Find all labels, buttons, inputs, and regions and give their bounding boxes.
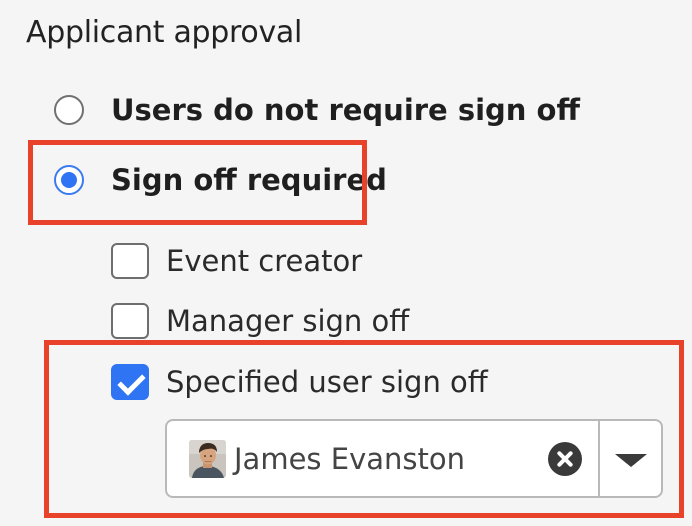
radio-option-sign-off-required[interactable]: Sign off required: [54, 160, 387, 200]
chevron-down-icon: [614, 453, 647, 467]
selected-user-name: James Evanston: [234, 441, 465, 476]
radio-label-sign-off-required[interactable]: Sign off required: [111, 160, 387, 200]
radio-label-no-sign-off[interactable]: Users do not require sign off: [111, 90, 580, 130]
checkbox-option-manager-sign-off[interactable]: Manager sign off: [111, 301, 409, 341]
radio-button-sign-off-required[interactable]: [54, 165, 84, 195]
checkbox-option-specified-user[interactable]: Specified user sign off: [111, 362, 488, 402]
close-circle-icon[interactable]: [548, 441, 582, 476]
user-select-field[interactable]: James Evanston: [165, 419, 663, 498]
avatar: [189, 439, 226, 478]
checkbox-manager-sign-off[interactable]: [111, 303, 149, 339]
checkbox-label-manager-sign-off[interactable]: Manager sign off: [166, 301, 409, 341]
dropdown-toggle-button[interactable]: [600, 421, 661, 496]
radio-button-no-sign-off[interactable]: [54, 95, 84, 125]
section-title: Applicant approval: [26, 15, 303, 50]
radio-option-no-sign-off[interactable]: Users do not require sign off: [54, 90, 580, 130]
checkbox-label-event-creator[interactable]: Event creator: [166, 241, 362, 281]
checkbox-specified-user[interactable]: [111, 364, 149, 400]
checkbox-event-creator[interactable]: [111, 243, 149, 279]
user-avatar-icon: [189, 439, 226, 478]
checkbox-option-event-creator[interactable]: Event creator: [111, 241, 362, 281]
checkbox-label-specified-user[interactable]: Specified user sign off: [166, 362, 488, 402]
